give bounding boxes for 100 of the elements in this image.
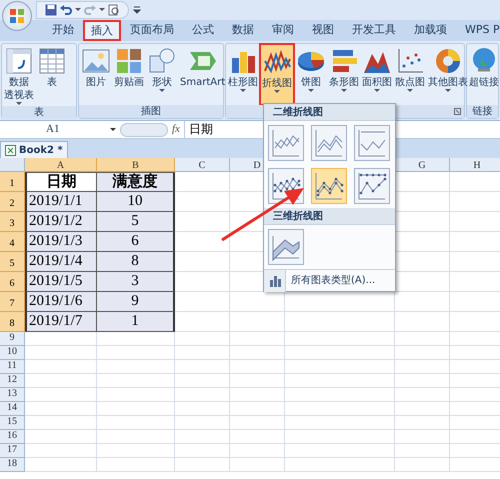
row-header[interactable]: 13 [0,388,25,402]
ribbon-tab[interactable]: 审阅 [263,20,303,41]
ribbon-button[interactable]: SmartArt [179,44,226,105]
table-cell [395,374,450,388]
table-cell: 日期 [25,172,97,192]
table-cell [25,360,97,374]
table-cell [175,388,230,402]
row-header[interactable]: 1 [0,172,25,192]
table-cell [395,292,450,312]
table-cell [395,360,450,374]
ribbon-tab[interactable]: 视图 [303,20,343,41]
table-cell [395,332,450,346]
row-header[interactable]: 12 [0,374,25,388]
table-cell: 2019/1/6 [25,292,97,312]
table-cell: 6 [97,232,175,252]
table-cell [395,430,450,444]
table-cell [395,458,450,472]
table-cell [230,402,285,416]
row-header[interactable]: 10 [0,346,25,360]
table-cell [25,332,97,346]
menu-item[interactable]: 所有图表类型(A)... [286,273,376,288]
chart-type-option[interactable] [268,125,304,161]
chart-type-option[interactable] [268,229,304,265]
column-header[interactable]: C [175,158,230,172]
caret-icon [99,8,105,12]
column-header[interactable]: B [97,158,175,172]
table-cell: 2019/1/3 [25,232,97,252]
table-cell [175,430,230,444]
ribbon-button[interactable]: 形状 [146,44,178,105]
ribbon-button[interactable]: 柱形图 [227,44,259,105]
table-cell [395,346,450,360]
ribbon-button[interactable]: 其他图表 [427,44,469,105]
row-header[interactable]: 11 [0,360,25,374]
office-logo-icon [9,8,25,24]
print-preview-icon[interactable] [108,4,120,16]
ribbon-button[interactable]: 表 [36,44,68,106]
table-cell [175,444,230,458]
row-header[interactable]: 8 [0,312,25,332]
table-cell [230,332,285,346]
function-button[interactable]: fx [168,121,184,138]
caret-icon [110,128,116,132]
row-header[interactable]: 4 [0,232,25,252]
column-header[interactable]: A [25,158,97,172]
ribbon-button[interactable]: 折线图 [260,44,294,105]
table-cell: 满意度 [97,172,175,192]
ribbon-button[interactable]: 剪贴画 [113,44,145,105]
chart-type-option[interactable] [354,125,390,161]
ribbon-button[interactable]: 饼图 [295,44,327,105]
table-cell [230,430,285,444]
table-cell [25,458,97,472]
ribbon-tab[interactable]: 插入 [84,20,120,41]
table-cell [175,402,230,416]
ribbon-button[interactable]: 条形图 [328,44,360,105]
table-cell [395,388,450,402]
row-header[interactable]: 5 [0,252,25,272]
ribbon-tab[interactable]: 页面布局 [121,20,183,41]
dialog-launcher-icon[interactable] [454,108,461,115]
table-cell: 9 [97,292,175,312]
chart-type-option[interactable] [311,125,347,161]
ribbon-tab[interactable]: 开发工具 [343,20,405,41]
column-header[interactable]: H [450,158,500,172]
row-header[interactable]: 17 [0,444,25,458]
row-header[interactable]: 14 [0,402,25,416]
customize-toolbar-icon[interactable] [133,6,141,14]
table-cell: 3 [97,272,175,292]
table-cell: 1 [97,312,175,332]
ribbon-button[interactable]: 图片 [80,44,112,105]
row-header[interactable]: 9 [0,332,25,346]
ribbon-button[interactable]: 散点图 [394,44,426,105]
undo-icon[interactable] [60,4,72,16]
menu-section-header: 二维折线图 [264,104,395,121]
chart-type-option[interactable] [354,168,390,204]
chart-type-option[interactable] [311,168,347,204]
table-cell [25,346,97,360]
row-header[interactable]: 2 [0,192,25,212]
table-cell [25,430,97,444]
ribbon-tab[interactable]: 公式 [183,20,223,41]
row-header[interactable]: 6 [0,272,25,292]
table-cell [230,416,285,430]
ribbon-tab[interactable]: 开始 [43,20,83,41]
ribbon-button[interactable]: 数据 透视表 [3,44,35,106]
row-header[interactable]: 7 [0,292,25,312]
ribbon-tab[interactable]: WPS P [456,20,500,41]
ribbon-tab[interactable]: 加载项 [405,20,456,41]
ribbon-tab[interactable]: 数据 [223,20,263,41]
table-cell: 2019/1/4 [25,252,97,272]
row-header[interactable]: 16 [0,430,25,444]
workbook-tab[interactable]: Book2 * [0,141,68,158]
save-icon[interactable] [45,4,57,16]
table-cell [25,374,97,388]
name-box[interactable]: A1 [0,122,120,138]
group-label: 链接 [472,106,492,117]
row-header[interactable]: 15 [0,416,25,430]
ribbon-button[interactable]: 面积图 [361,44,393,105]
row-header[interactable]: 18 [0,458,25,472]
ribbon-button[interactable]: 超链接 [468,44,500,105]
row-header[interactable]: 3 [0,212,25,232]
table-cell [395,312,450,332]
table-cell [230,444,285,458]
column-header[interactable]: G [395,158,450,172]
